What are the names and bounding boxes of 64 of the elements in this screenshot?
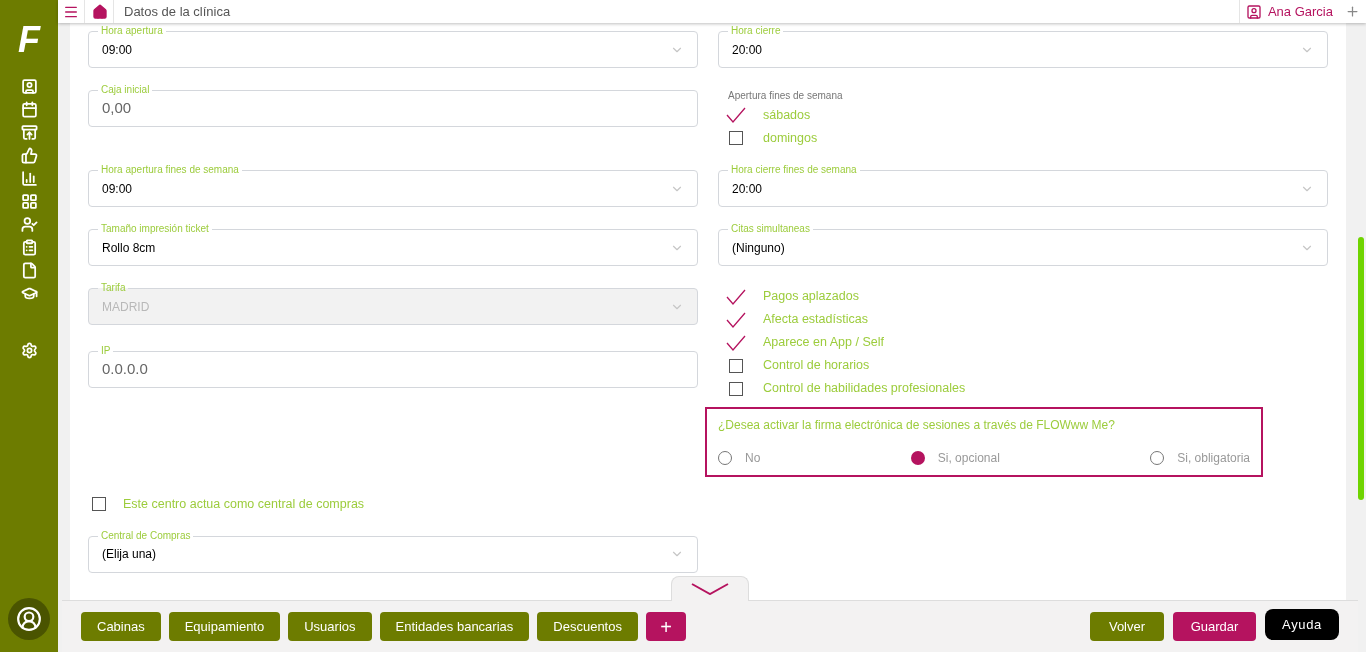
field-value: 09:00 (102, 41, 133, 59)
option-label: Aparece en App / Self (763, 334, 884, 352)
field-value: (Elija una) (102, 546, 157, 564)
field-value: 0,00 (102, 98, 132, 119)
checkmark-icon[interactable] (726, 107, 746, 123)
page-title: Datos de la clínica (124, 2, 231, 21)
settings-icon[interactable] (20, 342, 38, 359)
user-icon (16, 606, 42, 632)
field-value: 20:00 (732, 41, 763, 59)
option-label: Control de habilidades profesionales (763, 380, 966, 398)
save-button[interactable]: Guardar (1173, 612, 1256, 641)
field-value: 20:00 (732, 180, 763, 198)
file-icon[interactable] (20, 262, 38, 279)
option-label: domingos (763, 129, 818, 147)
archive-icon[interactable] (20, 124, 38, 141)
user-check-icon[interactable] (20, 216, 38, 233)
option-label: Pagos aplazados (763, 288, 859, 306)
tab-button[interactable]: Entidades bancarias (379, 612, 530, 641)
back-button[interactable]: Volver (1090, 612, 1164, 641)
checkmark-icon[interactable] (726, 311, 746, 328)
graduation-cap-icon[interactable] (20, 285, 38, 302)
field-label: Hora apertura (98, 24, 166, 38)
option-label: Este centro actua como central de compras (123, 496, 365, 513)
tab-button[interactable]: Descuentos (537, 612, 638, 641)
checkmark-icon[interactable] (726, 288, 746, 305)
checkbox[interactable] (729, 381, 743, 396)
option-label: Afecta estadísticas (763, 311, 868, 329)
calendar-icon[interactable] (20, 101, 38, 118)
field-label: Tamaño impresión ticket (98, 222, 212, 236)
radio-icon (910, 451, 925, 465)
home-icon[interactable] (92, 3, 108, 20)
avatar[interactable] (8, 598, 50, 640)
field-label: Central de Compras (98, 528, 194, 543)
field-label: Caja inicial (98, 83, 153, 97)
option-label: Control de horarios (763, 357, 870, 375)
logo: F (18, 20, 40, 60)
contact-card-icon[interactable] (20, 78, 38, 95)
clipboard-icon[interactable] (20, 239, 38, 256)
chevron-down-icon (691, 583, 729, 595)
tab-button[interactable]: Equipamiento (168, 612, 281, 641)
field-value: Rollo 8cm (102, 239, 156, 257)
bar-chart-icon[interactable] (20, 170, 38, 187)
question-text: ¿Desea activar la firma electrónica de sesiones a través de FLOWww Me? (718, 417, 1116, 434)
checkmark-icon[interactable] (726, 334, 746, 351)
grid-icon[interactable] (20, 193, 38, 210)
user-icon[interactable] (1245, 3, 1262, 20)
field-label: Hora apertura fines de semana (98, 163, 242, 177)
tab-button[interactable]: Cabinas (81, 612, 161, 641)
checkbox[interactable] (92, 497, 106, 512)
thumbs-up-icon[interactable] (20, 147, 38, 164)
field-value: 0.0.0.0 (102, 359, 148, 380)
collapse-tab[interactable] (671, 576, 749, 601)
field-value: 09:00 (102, 180, 133, 198)
tab-button[interactable]: Usuarios (288, 612, 372, 641)
group-label: Apertura fines de semana (728, 90, 844, 102)
checkbox[interactable] (729, 131, 743, 145)
option-label: sábados (763, 106, 811, 124)
user-name[interactable]: Ana Garcia (1267, 1, 1333, 22)
add-icon[interactable] (1345, 4, 1360, 19)
field-value: (Ninguno) (732, 239, 785, 257)
checkbox[interactable] (729, 358, 743, 373)
help-button[interactable]: Ayuda (1265, 609, 1339, 640)
add-button[interactable]: + (645, 612, 686, 641)
field-value: MADRID (102, 298, 150, 316)
